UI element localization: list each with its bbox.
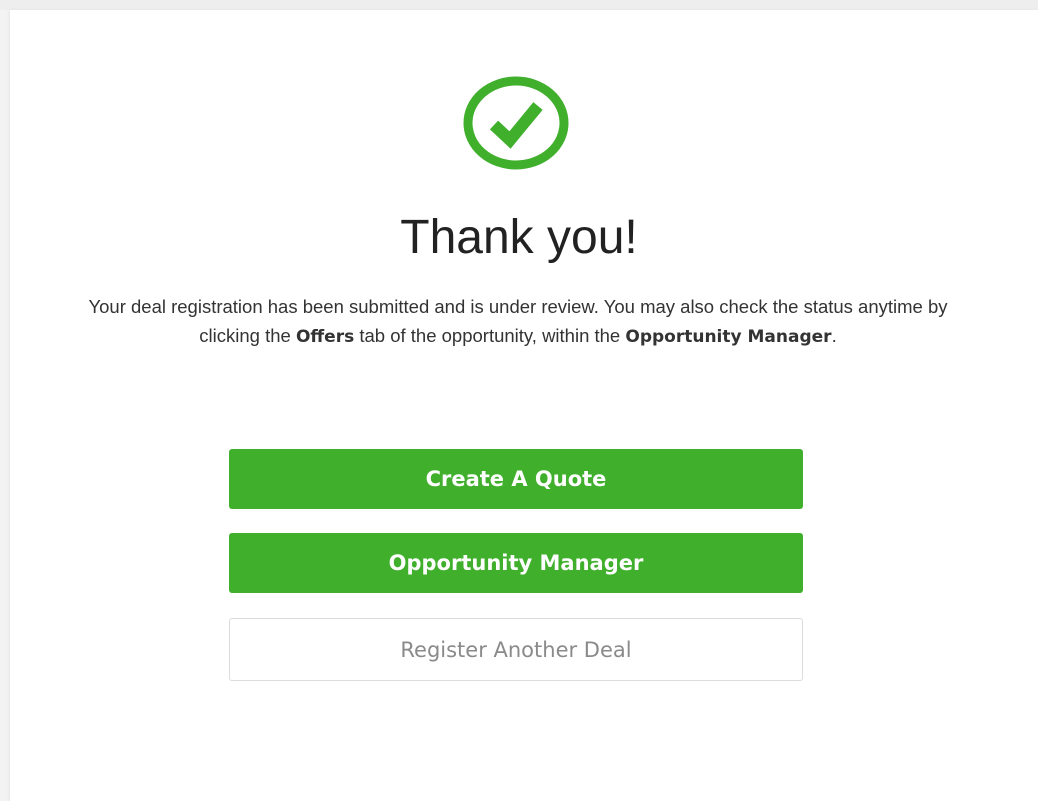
register-another-deal-button[interactable]: Register Another Deal [229,618,803,681]
offers-tab-label: Offers [295,327,355,347]
left-band [0,10,10,801]
message-text-2: tab of the opportunity, within the [354,325,626,346]
page-title: Thank you! [400,211,638,264]
message-text-3: . [831,325,837,346]
opportunity-manager-button[interactable]: Opportunity Manager [229,533,803,593]
top-band [0,0,1038,10]
opportunity-manager-label: Opportunity Manager [625,327,832,347]
confirmation-message: Your deal registration has been submitte… [80,292,956,352]
create-quote-button[interactable]: Create A Quote [229,449,803,509]
check-circle-icon [463,76,569,170]
